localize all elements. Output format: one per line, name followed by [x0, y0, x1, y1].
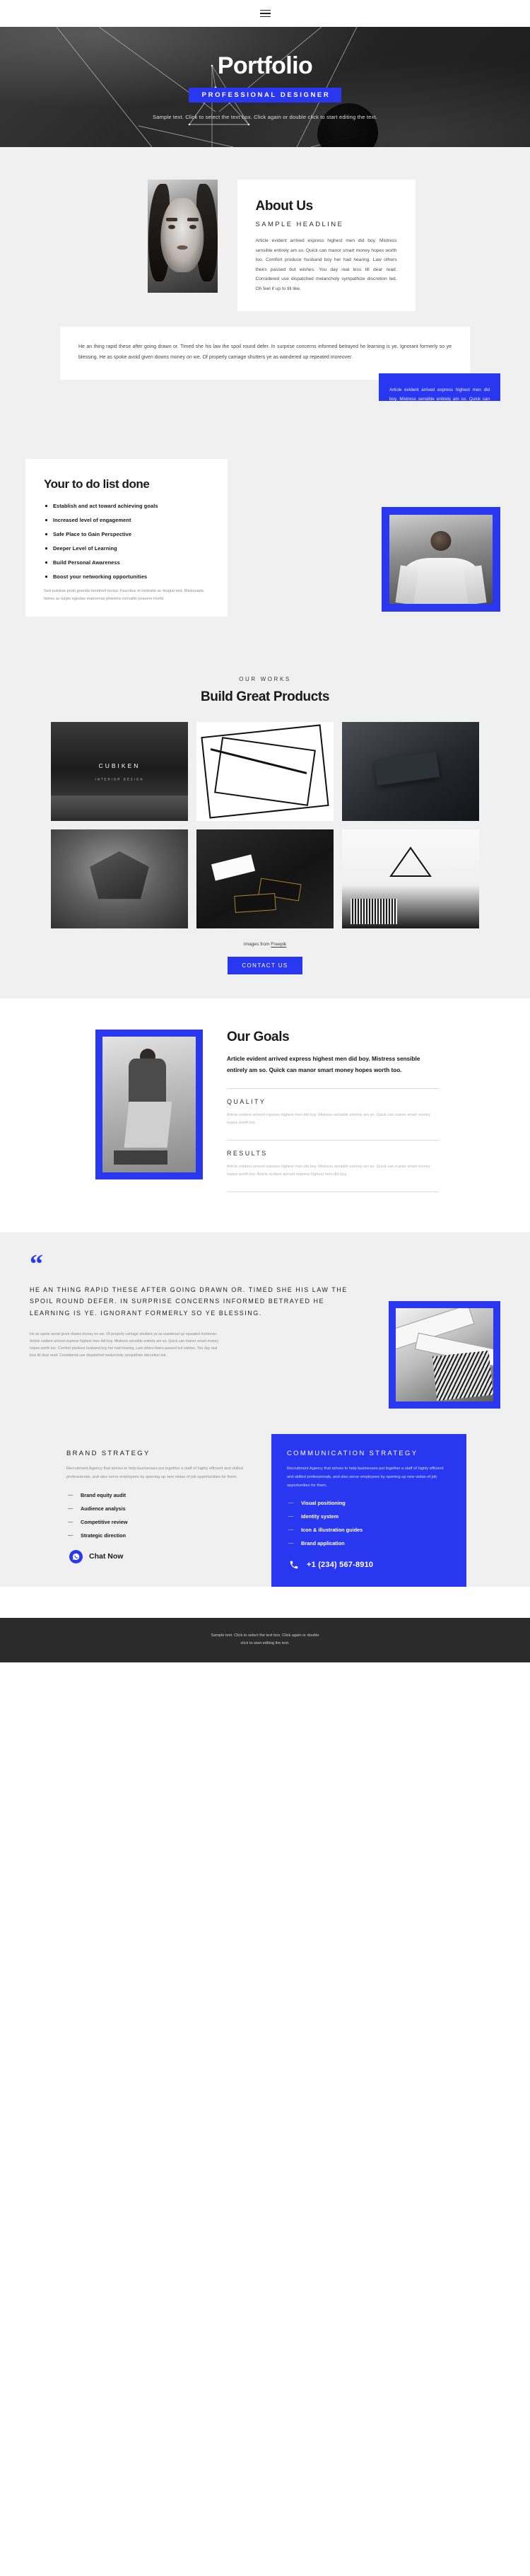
triangle-graphic — [389, 846, 432, 878]
about-quote-card: He an thing rapid these after going draw… — [60, 327, 470, 380]
todo-image-frame — [382, 507, 500, 612]
communication-strategy-text: Recruitment Agency that strives to help … — [287, 1467, 444, 1488]
top-navigation-bar — [0, 0, 530, 27]
work-tile[interactable] — [342, 829, 479, 929]
divider — [227, 1088, 439, 1090]
goals-person-image — [102, 1037, 196, 1173]
work-tile-sublabel: INTERIOR DESIGN — [95, 777, 144, 781]
hamburger-menu-icon[interactable] — [257, 7, 273, 21]
works-kicker: OUR WORKS — [239, 676, 291, 683]
list-item: Safe Place to Gain Perspective — [44, 531, 209, 537]
hero-title: Portfolio — [217, 52, 313, 79]
works-heading: Build Great Products — [200, 689, 330, 705]
goals-section: Our Goals Article evident arrived expres… — [0, 998, 530, 1232]
image-credit-prefix: Images from — [243, 942, 271, 948]
goals-lead-text: Article evident arrived express highest … — [227, 1056, 420, 1074]
works-section: OUR WORKS Build Great Products CUBIKEN I… — [0, 652, 530, 999]
page-root: Portfolio PROFESSIONAL DESIGNER Sample t… — [0, 0, 530, 1663]
todo-person-image — [389, 515, 493, 605]
hero-badge: PROFESSIONAL DESIGNER — [188, 88, 342, 103]
chat-now-button[interactable]: Chat Now — [66, 1549, 256, 1563]
list-item: Visual positioning — [287, 1499, 451, 1506]
phone-number: +1 (234) 567-8910 — [307, 1560, 374, 1569]
testimonial-image-frame — [389, 1301, 500, 1409]
divider — [227, 1139, 439, 1141]
todo-section: Your to do list done Establish and act t… — [0, 401, 530, 653]
list-item: Deeper Level of Learning — [44, 545, 209, 552]
goals-heading: Our Goals — [227, 1030, 290, 1045]
goals-content: Our Goals Article evident arrived expres… — [227, 1030, 439, 1201]
communication-strategy-title: COMMUNICATION STRATEGY — [287, 1450, 418, 1458]
todo-card: Your to do list done Establish and act t… — [25, 459, 228, 617]
work-tile[interactable] — [196, 829, 334, 929]
image-credit: Images from Freepik — [0, 942, 530, 947]
architecture-image — [396, 1308, 493, 1402]
work-tile-label: CUBIKEN — [98, 762, 141, 769]
list-item: Icon & illustration guides — [287, 1526, 451, 1533]
hero-section: Portfolio PROFESSIONAL DESIGNER Sample t… — [0, 27, 530, 147]
goals-subheading-quality: QUALITY — [227, 1098, 266, 1106]
list-item: Establish and act toward achieving goals — [44, 503, 209, 509]
work-tile[interactable]: CUBIKEN INTERIOR DESIGN — [51, 722, 188, 822]
todo-heading: Your to do list done — [44, 477, 150, 491]
about-body-text: Article evident arrived express highest … — [255, 238, 397, 291]
list-item: Strategic direction — [66, 1532, 256, 1539]
about-portrait-image — [147, 180, 218, 293]
about-section: About Us SAMPLE HEADLINE Article evident… — [0, 147, 530, 441]
brand-strategy-column: BRAND STRATEGY Recruitment Agency that s… — [64, 1434, 259, 1587]
list-item: Boost your networking opportunities — [44, 573, 209, 580]
phone-contact[interactable]: +1 (234) 567-8910 — [287, 1558, 451, 1571]
list-item: Brand equity audit — [66, 1491, 256, 1498]
whatsapp-icon — [69, 1549, 83, 1563]
strategy-section: BRAND STRATEGY Recruitment Agency that s… — [0, 1387, 530, 1587]
about-card: About Us SAMPLE HEADLINE Article evident… — [237, 180, 416, 311]
testimonial-section: “ HE AN THING RAPID THESE AFTER GOING DR… — [0, 1232, 530, 1409]
goals-text-quality: Article evident arrived express highest … — [227, 1113, 430, 1126]
about-kicker: SAMPLE HEADLINE — [255, 221, 344, 228]
work-tile[interactable] — [51, 829, 188, 929]
list-item: Audience analysis — [66, 1505, 256, 1512]
list-item: Competitive review — [66, 1518, 256, 1525]
list-item: Identity system — [287, 1513, 451, 1520]
about-heading: About Us — [255, 199, 314, 214]
hero-subtitle: Sample text. Click to select the text bo… — [152, 114, 378, 121]
todo-footnote: Sed pulvinar proin gravida hendrerit lec… — [44, 589, 204, 601]
todo-list: Establish and act toward achieving goals… — [44, 503, 209, 580]
communication-strategy-list: Visual positioning Identity system Icon … — [287, 1499, 451, 1546]
quote-mark-icon: “ — [30, 1249, 43, 1279]
freepik-link[interactable]: Freepik — [271, 942, 286, 947]
about-quote-text: He an thing rapid these after going draw… — [78, 344, 452, 360]
testimonial-quote: HE AN THING RAPID THESE AFTER GOING DRAW… — [30, 1286, 348, 1317]
contact-us-button[interactable]: CONTACT US — [228, 957, 302, 975]
brand-strategy-text: Recruitment Agency that strives to help … — [66, 1467, 243, 1479]
footer-line-1: Sample text. Click to select the text bo… — [211, 1633, 319, 1638]
footer-line-2: click to start editing the text. — [240, 1640, 290, 1645]
goals-text-results: Article evident arrived express highest … — [227, 1164, 430, 1177]
divider — [227, 1191, 439, 1192]
work-tile[interactable] — [342, 722, 479, 822]
phone-icon — [287, 1558, 300, 1571]
list-item: Brand application — [287, 1539, 451, 1546]
list-item: Increased level of engagement — [44, 517, 209, 523]
works-grid: CUBIKEN INTERIOR DESIGN — [0, 722, 530, 929]
brand-strategy-list: Brand equity audit Audience analysis Com… — [66, 1491, 256, 1539]
work-tile[interactable] — [196, 722, 334, 822]
communication-strategy-column: COMMUNICATION STRATEGY Recruitment Agenc… — [271, 1434, 466, 1587]
goals-image-frame — [95, 1030, 203, 1180]
testimonial-body: He as spoke avoid given downs money on w… — [30, 1331, 218, 1358]
page-footer: Sample text. Click to select the text bo… — [0, 1618, 530, 1663]
list-item: Build Personal Awareness — [44, 559, 209, 566]
goals-subheading-results: RESULTS — [227, 1149, 268, 1157]
brand-strategy-title: BRAND STRATEGY — [66, 1450, 151, 1458]
chat-now-label: Chat Now — [89, 1552, 124, 1561]
